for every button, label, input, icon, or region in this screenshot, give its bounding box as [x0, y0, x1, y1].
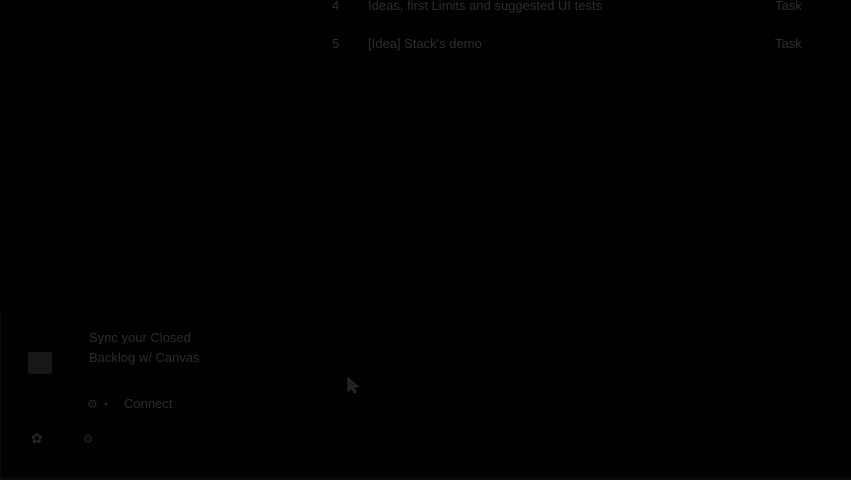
mouse-cursor-icon [347, 377, 360, 394]
row-index: 5 [332, 36, 340, 51]
github-icon [28, 352, 52, 374]
flower-icon[interactable]: ✿ [31, 430, 43, 447]
settings-icon: ⚙ [87, 396, 98, 411]
separator-dot: • [103, 396, 108, 411]
row-index: 4 [332, 0, 340, 13]
connect-button[interactable]: ⚙ • Connect [87, 396, 172, 411]
row-name[interactable]: Ideas, first Limits and suggested UI tes… [368, 0, 602, 13]
sync-message: Sync your Closed Backlog w/ Canvas [89, 330, 200, 365]
table-row[interactable]: 5 [Idea] Stack's demo Task [320, 24, 820, 62]
table-row[interactable]: 4 Ideas, first Limits and suggested UI t… [320, 0, 820, 24]
row-type: Task [775, 0, 802, 13]
footer-settings-icon[interactable]: ⚙ [83, 432, 94, 446]
app-screen: 4 Ideas, first Limits and suggested UI t… [0, 0, 851, 480]
sidebar-sync-panel: Sync your Closed Backlog w/ Canvas ⚙ • C… [0, 312, 233, 480]
connect-label: Connect [123, 396, 173, 411]
backlog-table: 4 Ideas, first Limits and suggested UI t… [320, 0, 820, 62]
row-type: Task [775, 36, 802, 51]
sidebar-footer: ✿ ⚙ [31, 430, 94, 447]
row-name[interactable]: [Idea] Stack's demo [368, 36, 482, 51]
